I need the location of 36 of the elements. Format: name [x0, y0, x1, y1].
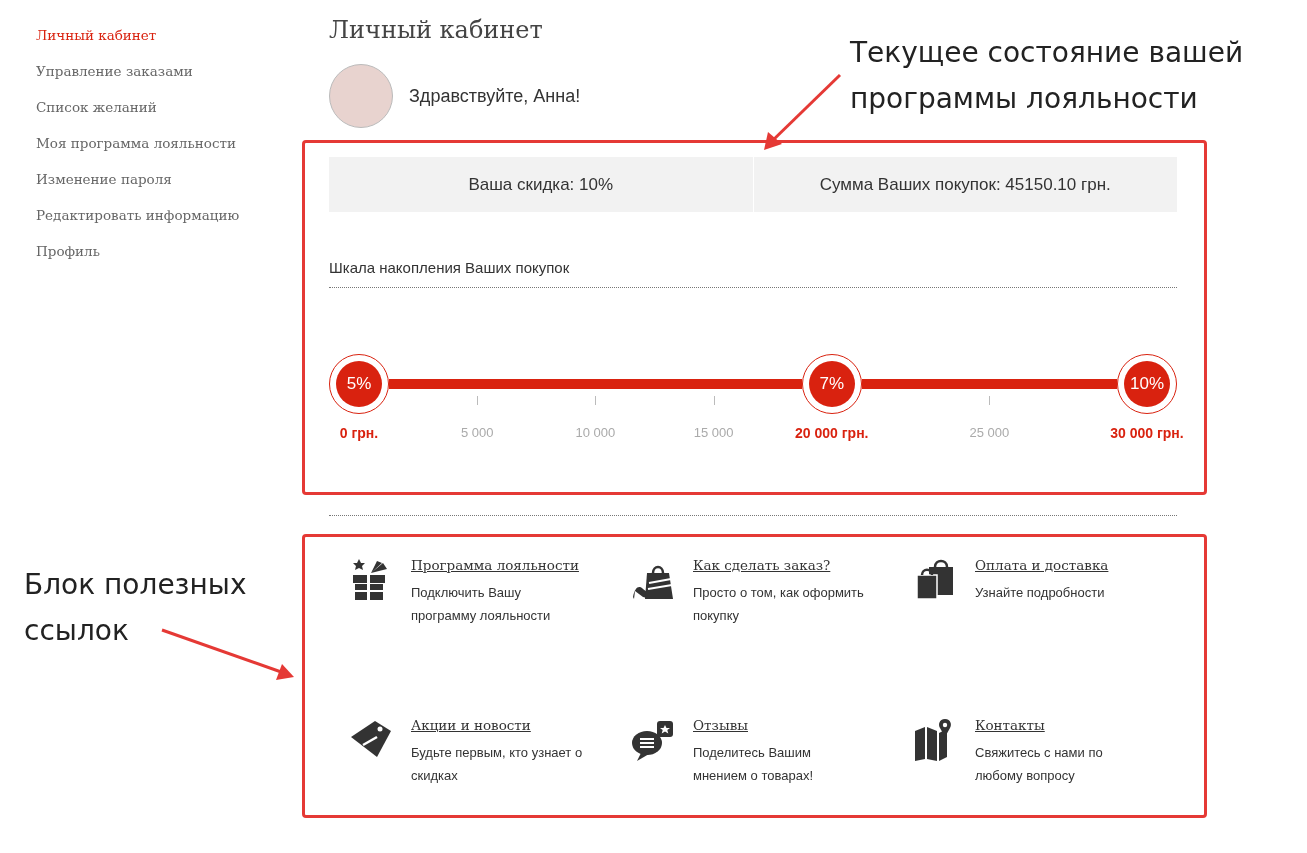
link-description: Узнайте подробности	[975, 584, 1106, 602]
scale-title: Шкала накопления Ваших покупок	[329, 259, 1177, 288]
discount-badge: 5%	[329, 354, 389, 414]
tick-label: 25 000	[969, 425, 1010, 440]
sidebar-link[interactable]: Профиль	[36, 242, 101, 261]
discount-badge: 10%	[1117, 354, 1177, 414]
milestone-label: 30 000 грн.	[1110, 425, 1184, 441]
link-description: Поделитесь Вашим мнением о товарах!	[693, 744, 814, 785]
tick-label: 5 000	[460, 425, 494, 440]
link-title[interactable]: Оплата и доставка	[975, 555, 1109, 575]
link-title[interactable]: Акции и новости	[411, 715, 531, 735]
link-description: Подключить Вашу программу лояльности	[411, 584, 552, 625]
discount-badge: 7%	[801, 354, 862, 414]
sidebar-link[interactable]: Личный кабинет	[36, 26, 157, 45]
page-title: Личный кабинет	[329, 15, 544, 46]
link-description: Свяжитесь с нами по любому вопросу	[975, 744, 1104, 785]
link-description: Будьте первым, кто узнает о скидках	[411, 744, 583, 785]
annotation-text: Блок полезных ссылок	[24, 567, 247, 649]
annotation-text: Текущее состояние вашей программы лояльности	[850, 35, 1244, 117]
milestone-label: 20 000 грн.	[795, 425, 869, 441]
stat-cell: Сумма Ваших покупок: 45150.10 грн.	[753, 157, 1177, 212]
tick-label: 10 000	[575, 425, 616, 440]
sidebar-link[interactable]: Редактировать информацию	[36, 206, 240, 225]
tick-label: 15 000	[693, 425, 734, 440]
link-title[interactable]: Как сделать заказ?	[693, 555, 831, 575]
link-title[interactable]: Отзывы	[693, 715, 748, 735]
milestone-label: 0 грн.	[339, 425, 379, 441]
stat-cell: Ваша скидка: 10%	[329, 157, 753, 212]
link-description: Просто о том, как оформить покупку	[693, 584, 865, 625]
link-title[interactable]: Программа лояльности	[411, 555, 579, 575]
greeting-text: Здравствуйте, Анна!	[409, 85, 581, 107]
sidebar-link[interactable]: Моя программа лояльности	[36, 134, 236, 153]
sidebar-link[interactable]: Управление заказами	[36, 62, 193, 81]
sidebar-link[interactable]: Список желаний	[36, 98, 157, 117]
sidebar-link[interactable]: Изменение пароля	[36, 170, 172, 189]
link-title[interactable]: Контакты	[975, 715, 1045, 735]
